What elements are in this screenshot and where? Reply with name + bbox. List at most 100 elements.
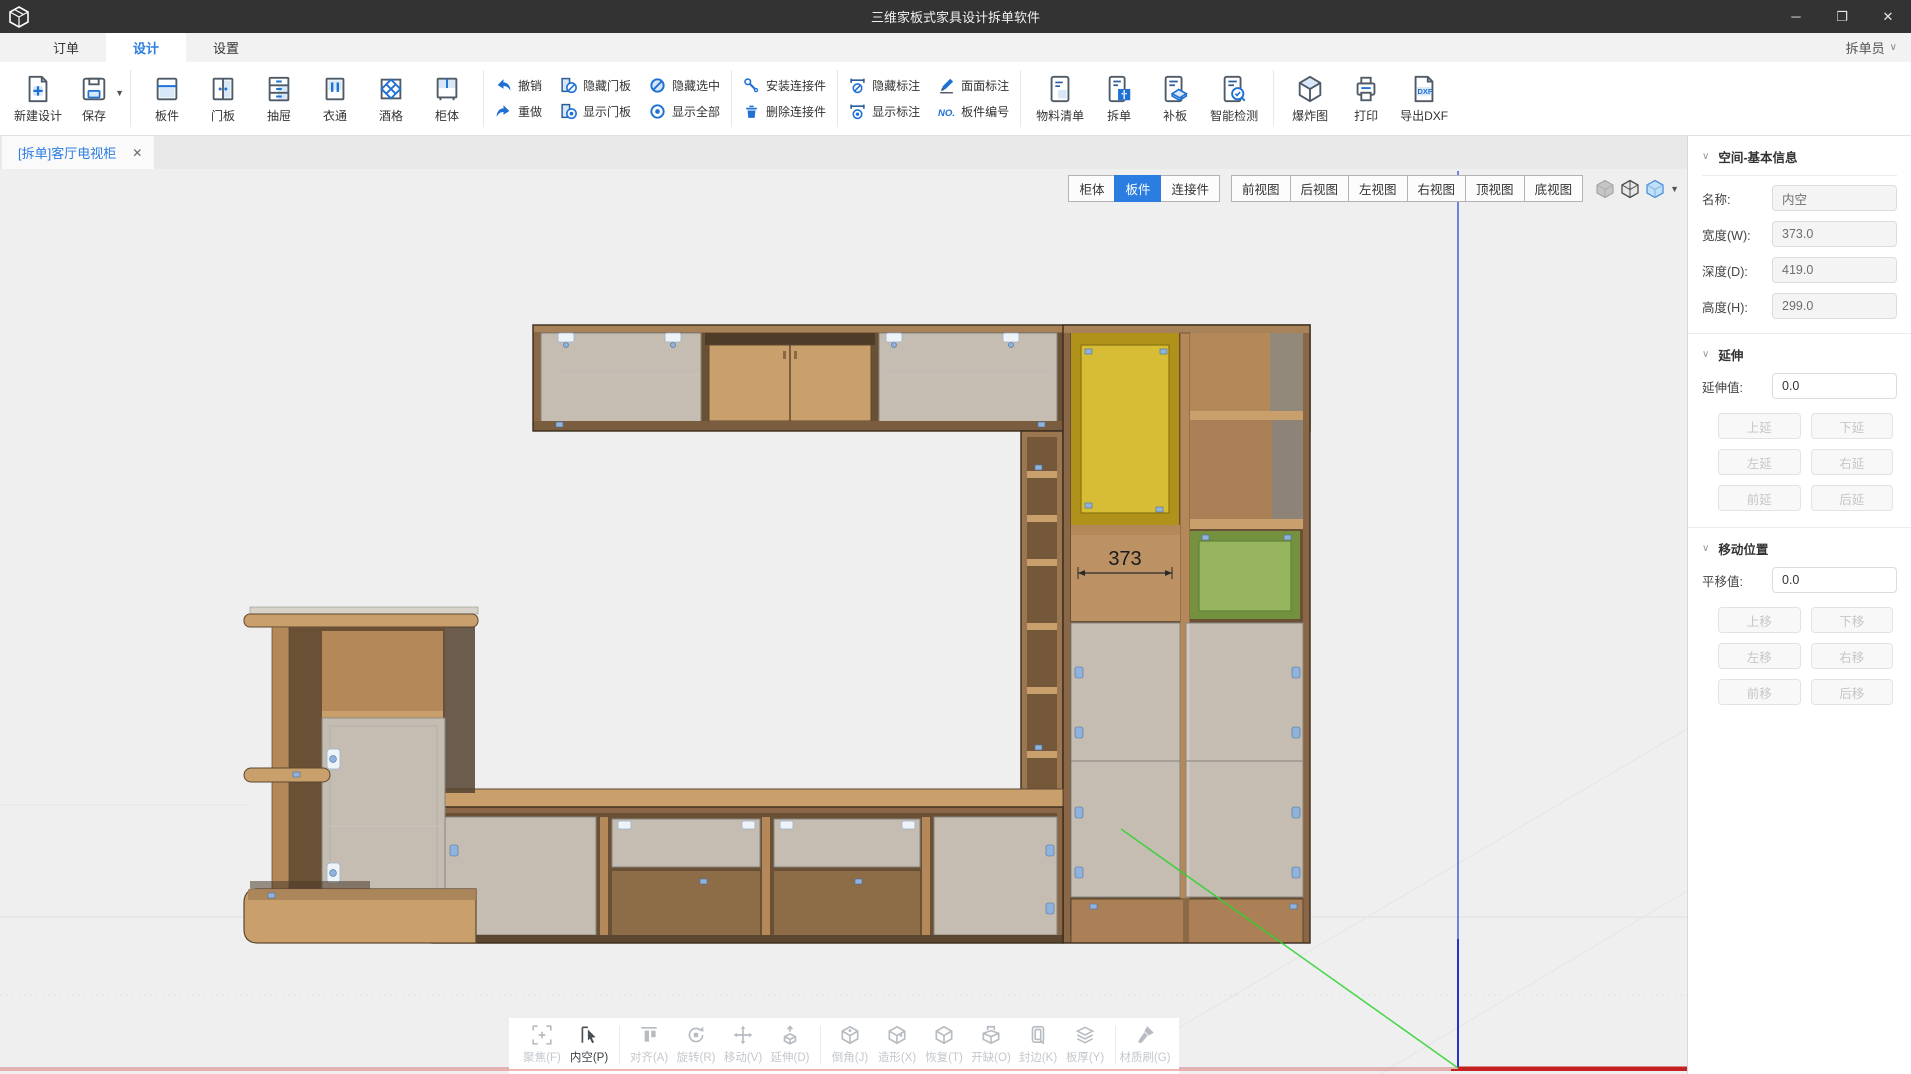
new-design-button[interactable]: 新建设计: [10, 74, 66, 124]
left-view-button[interactable]: 左视图: [1348, 175, 1408, 202]
render-mode-caret-icon[interactable]: ▼: [1670, 184, 1679, 194]
redo-button[interactable]: 重做: [495, 103, 542, 120]
minimize-button[interactable]: ─: [1773, 0, 1819, 33]
right-view-button[interactable]: 右视图: [1407, 175, 1467, 202]
move-back-button[interactable]: 后移: [1811, 679, 1894, 705]
render-glass-cube-icon[interactable]: [1645, 179, 1665, 199]
top-view-button[interactable]: 顶视图: [1465, 175, 1525, 202]
edgeband-tool[interactable]: 封边(K): [1015, 1024, 1062, 1065]
mode-connector-button[interactable]: 连接件: [1160, 175, 1220, 202]
selected-space-highlight[interactable]: [1071, 333, 1179, 525]
restore-tool[interactable]: 恢复(T): [921, 1024, 968, 1065]
maximize-button[interactable]: ❐: [1819, 0, 1865, 33]
scene-canvas[interactable]: 373: [0, 169, 1687, 1074]
hide-selected-button[interactable]: 隐藏选中: [649, 77, 720, 94]
redo-label: 重做: [518, 103, 542, 120]
save-dropdown-caret-icon[interactable]: ▼: [115, 88, 124, 98]
document-tab-close-icon[interactable]: ✕: [132, 146, 142, 160]
drawer-tool-button[interactable]: 抽屉: [251, 74, 307, 124]
rotate-tool[interactable]: 旋转(R): [673, 1024, 720, 1065]
thickness-tool[interactable]: 板厚(Y): [1062, 1024, 1109, 1065]
show-all-button[interactable]: 显示全部: [649, 103, 720, 120]
close-button[interactable]: ✕: [1865, 0, 1911, 33]
back-view-button[interactable]: 后视图: [1290, 175, 1350, 202]
show-doors-button[interactable]: 显示门板: [560, 103, 631, 120]
render-wireframe-cube-icon[interactable]: [1620, 179, 1640, 199]
move-tool[interactable]: 移动(V): [720, 1024, 767, 1065]
clothes-rail-icon: [320, 74, 350, 104]
role-dropdown[interactable]: 拆单员 ∨: [1846, 33, 1897, 62]
smart-check-button[interactable]: 智能检测: [1203, 74, 1265, 124]
extend-tool[interactable]: 延伸(D): [767, 1024, 814, 1065]
tv-bench-cabinet[interactable]: [432, 789, 1063, 943]
bottom-view-button[interactable]: 底视图: [1524, 175, 1584, 202]
move-value-row: 平移值:: [1702, 567, 1897, 593]
mode-cabinet-button[interactable]: 柜体: [1068, 175, 1115, 202]
main-area: [拆单]客厅电视柜 ✕: [0, 136, 1911, 1074]
install-connectors-button[interactable]: 安装连接件: [743, 77, 826, 94]
menu-tab-design[interactable]: 设计: [106, 33, 186, 62]
extend-right-button[interactable]: 右延: [1811, 449, 1894, 475]
width-field[interactable]: [1772, 221, 1897, 247]
shape-tool[interactable]: 造形(X): [874, 1024, 921, 1065]
move-front-button[interactable]: 前移: [1718, 679, 1801, 705]
panel-tool-button[interactable]: 板件: [139, 74, 195, 124]
cabinet-tool-button[interactable]: 柜体: [419, 74, 475, 124]
export-dxf-button[interactable]: DXF 导出DXF: [1394, 74, 1454, 124]
depth-field[interactable]: [1772, 257, 1897, 283]
space-highlight-green[interactable]: [1190, 531, 1300, 619]
rail-tool-button[interactable]: 衣通: [307, 74, 363, 124]
left-tower-cabinet[interactable]: [244, 607, 478, 943]
extend-left-button[interactable]: 左延: [1718, 449, 1801, 475]
notch-tool[interactable]: 开缺(O): [968, 1024, 1015, 1065]
toolbar-divider: [483, 70, 484, 127]
print-button[interactable]: 打印: [1338, 74, 1394, 124]
winerack-tool-button[interactable]: 酒格: [363, 74, 419, 124]
name-field[interactable]: [1772, 185, 1897, 211]
middle-shelf-column[interactable]: [1021, 431, 1063, 803]
face-dims-button[interactable]: 面面标注: [938, 77, 1009, 94]
door-tool-button[interactable]: 门板: [195, 74, 251, 124]
extend-header[interactable]: ∨ 延伸: [1702, 345, 1897, 373]
right-tall-cabinet[interactable]: 373: [1063, 325, 1310, 943]
render-solid-cube-icon[interactable]: [1595, 179, 1615, 199]
move-up-button[interactable]: 上移: [1718, 607, 1801, 633]
extend-back-button[interactable]: 后延: [1811, 485, 1894, 511]
menu-tab-orders[interactable]: 订单: [26, 33, 106, 62]
material-brush-tool[interactable]: 材质刷(G): [1122, 1024, 1169, 1065]
panel-numbers-button[interactable]: NO. 板件编号: [938, 103, 1009, 120]
extend-front-button[interactable]: 前延: [1718, 485, 1801, 511]
hide-dims-button[interactable]: 隐藏标注: [849, 77, 920, 94]
hide-doors-button[interactable]: 隐藏门板: [560, 77, 631, 94]
explode-view-button[interactable]: 爆炸图: [1282, 74, 1338, 124]
extend-value-field[interactable]: [1772, 373, 1897, 399]
save-button[interactable]: 保存 ▼: [66, 74, 122, 124]
undo-button[interactable]: 撤销: [495, 77, 542, 94]
split-button[interactable]: 拆单: [1091, 74, 1147, 124]
menu-tab-settings[interactable]: 设置: [186, 33, 266, 62]
undo-label: 撤销: [518, 77, 542, 94]
move-down-button[interactable]: 下移: [1811, 607, 1894, 633]
height-field[interactable]: [1772, 293, 1897, 319]
view-direction-group: 前视图 后视图 左视图 右视图 顶视图 底视图: [1232, 175, 1583, 202]
delete-connectors-button[interactable]: 删除连接件: [743, 103, 826, 120]
show-dims-button[interactable]: 显示标注: [849, 103, 920, 120]
inner-space-tool[interactable]: 内空(P): [566, 1024, 613, 1065]
delete-connectors-label: 删除连接件: [766, 103, 826, 120]
patch-board-button[interactable]: 补板: [1147, 74, 1203, 124]
basic-info-header[interactable]: ∨ 空间-基本信息: [1702, 147, 1897, 176]
move-value-field[interactable]: [1772, 567, 1897, 593]
align-tool[interactable]: 对齐(A): [626, 1024, 673, 1065]
bom-button[interactable]: 物料清单: [1029, 74, 1091, 124]
focus-tool[interactable]: 聚焦(F): [519, 1024, 566, 1065]
document-tab[interactable]: [拆单]客厅电视柜 ✕: [2, 136, 154, 169]
chamfer-tool[interactable]: 倒角(J): [827, 1024, 874, 1065]
move-right-button[interactable]: 右移: [1811, 643, 1894, 669]
front-view-button[interactable]: 前视图: [1231, 175, 1291, 202]
move-header[interactable]: ∨ 移动位置: [1702, 539, 1897, 567]
extend-icon: [779, 1024, 801, 1046]
mode-panel-button[interactable]: 板件: [1114, 175, 1161, 202]
move-left-button[interactable]: 左移: [1718, 643, 1801, 669]
extend-up-button[interactable]: 上延: [1718, 413, 1801, 439]
extend-down-button[interactable]: 下延: [1811, 413, 1894, 439]
